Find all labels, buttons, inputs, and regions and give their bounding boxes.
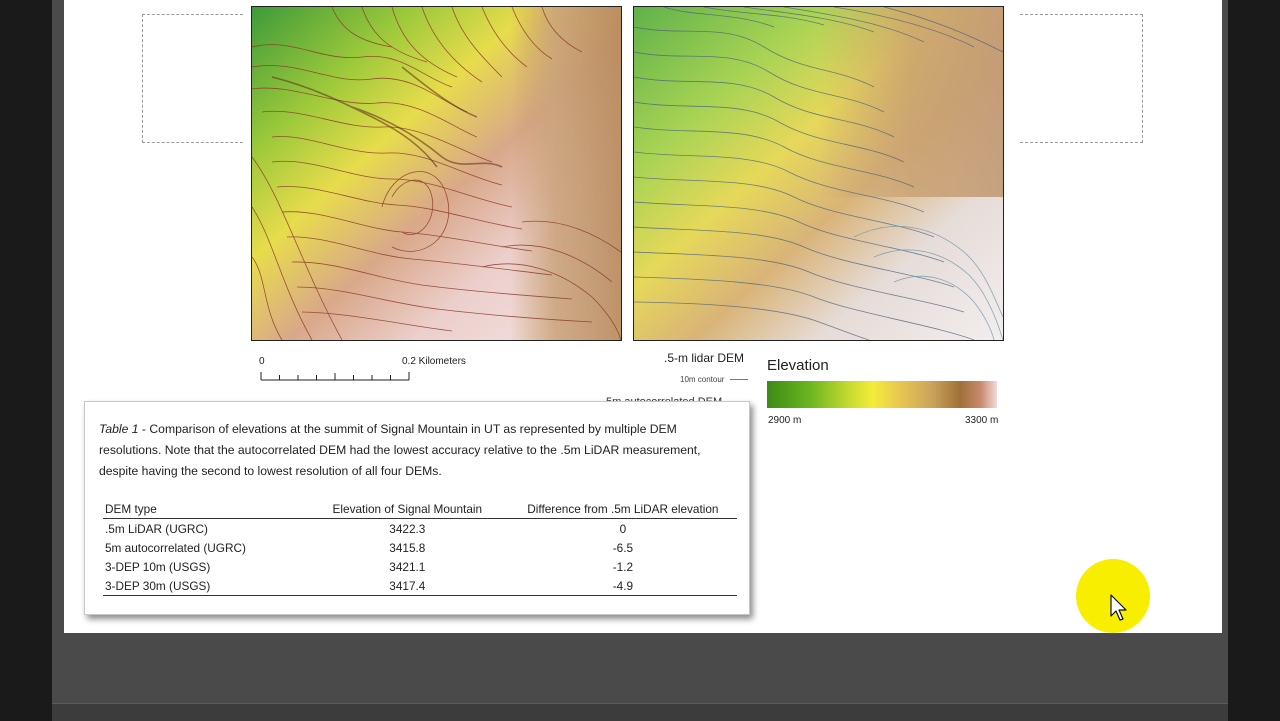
cell-dem-type: .5m LiDAR (UGRC) (105, 521, 208, 536)
header-elevation: Elevation of Signal Mountain (305, 500, 509, 519)
cell-difference: 0 (619, 521, 627, 536)
table-row: 3-DEP 30m (USGS) 3417.4 -4.9 (103, 576, 737, 596)
placeholder-frame-right (1020, 14, 1143, 143)
contour-legend-label: 10m contour (680, 375, 725, 384)
scalebar-ruler (260, 372, 410, 381)
lidar-dem-map (251, 6, 622, 341)
mouse-pointer-icon (1110, 594, 1127, 621)
table-1-card[interactable]: Table 1 - Comparison of elevations at th… (84, 401, 750, 615)
cell-dem-type: 5m autocorrelated (UGRC) (105, 540, 246, 555)
elevation-legend-title: Elevation (767, 357, 829, 374)
table-header-row: DEM type Elevation of Signal Mountain Di… (103, 500, 737, 519)
cell-dem-type: 3-DEP 10m (USGS) (105, 559, 211, 574)
cell-dem-type: 3-DEP 30m (USGS) (103, 576, 306, 596)
cell-elevation: 3421.1 (389, 559, 426, 574)
cell-difference: -1.2 (612, 559, 634, 574)
table-row: 3-DEP 10m (USGS) 3421.1 -1.2 (103, 557, 737, 576)
contour-line-swatch (730, 379, 749, 381)
contour-legend: 10m contour (680, 375, 749, 384)
header-dem-type: DEM type (103, 500, 306, 519)
map-scalebar: 0 0.2 Kilometers (250, 352, 490, 386)
cell-difference: -4.9 (508, 576, 737, 596)
cell-elevation: 3417.4 (305, 576, 509, 596)
table-caption-label: Table 1 (99, 422, 139, 436)
scalebar-end-label: 0.2 Kilometers (402, 356, 466, 367)
cell-elevation: 3422.3 (389, 521, 426, 536)
elevation-max-label: 3300 m (965, 415, 999, 426)
header-difference: Difference from .5m LiDAR elevation (508, 500, 737, 519)
table-caption-text: - Comparison of elevations at the summit… (99, 422, 701, 478)
dem-comparison-table: DEM type Elevation of Signal Mountain Di… (103, 500, 737, 596)
table-caption: Table 1 - Comparison of elevations at th… (99, 419, 735, 482)
app-status-strip (52, 703, 1228, 721)
placeholder-frame-left (142, 14, 243, 143)
autocorrelated-dem-map (633, 6, 1004, 341)
cell-difference: -6.5 (612, 540, 634, 555)
elevation-color-ramp (767, 381, 997, 408)
table-row: 5m autocorrelated (UGRC) 3415.8 -6.5 (103, 538, 737, 557)
elevation-min-label: 2900 m (768, 415, 802, 426)
scalebar-start-label: 0 (259, 356, 265, 367)
map-legend-title: .5-m lidar DEM (664, 351, 745, 365)
cell-elevation: 3415.8 (389, 540, 426, 555)
table-row: .5m LiDAR (UGRC) 3422.3 0 (103, 519, 737, 539)
